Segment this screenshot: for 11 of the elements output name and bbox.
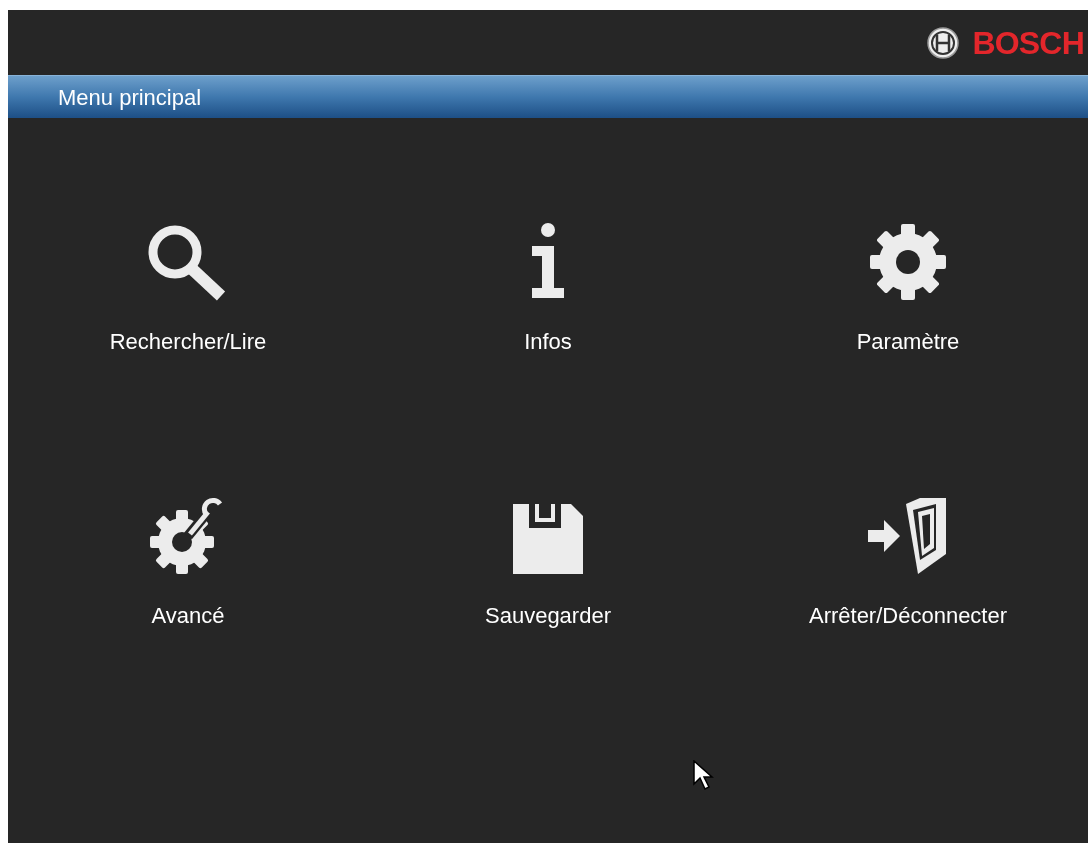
menu-item[interactable]: Rechercher/Lire <box>109 328 267 356</box>
menu-item[interactable]: Arrêter/Déconnecter <box>808 601 1008 629</box>
mouse-cursor-icon <box>692 760 714 792</box>
brand-logo-icon <box>926 25 961 60</box>
menu-item[interactable]: Paramètre <box>856 328 960 356</box>
brand-name: BOSCH <box>972 23 1084 63</box>
header-title: Menu principal <box>58 83 202 112</box>
menu-item[interactable]: Infos <box>524 328 572 356</box>
gear-icon <box>868 222 948 302</box>
menu-item[interactable]: Avancé <box>151 601 225 629</box>
menu-item[interactable]: Sauvegarder <box>485 601 611 629</box>
